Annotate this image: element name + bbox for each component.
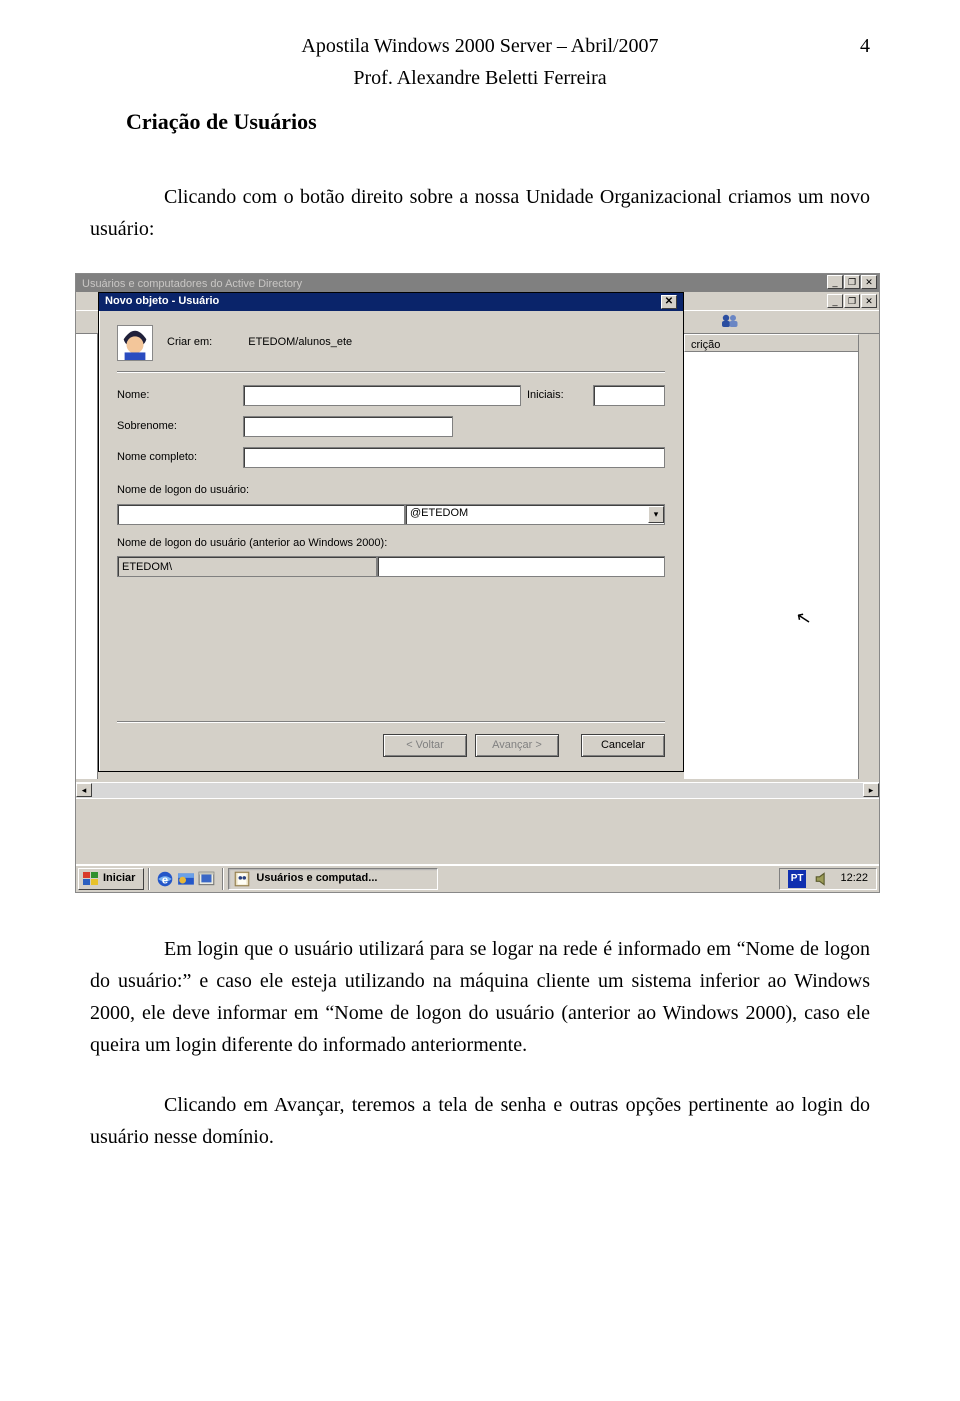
domain-prefix-display: ETEDOM\ xyxy=(117,556,377,577)
taskbar-separator xyxy=(148,868,150,890)
bg-tree-panel xyxy=(76,334,98,779)
back-button[interactable]: < Voltar xyxy=(383,734,467,757)
statusbar xyxy=(76,798,879,816)
sobrenome-input[interactable] xyxy=(243,416,453,437)
horizontal-scrollbar[interactable]: ◂ ▸ xyxy=(76,782,879,798)
scroll-right-button[interactable]: ▸ xyxy=(863,783,879,797)
dialog-close-button[interactable]: ✕ xyxy=(661,295,677,309)
child-minimize-button[interactable]: _ xyxy=(827,294,843,308)
paragraph-3: Clicando em Avançar, teremos a tela de s… xyxy=(90,1089,870,1153)
paragraph-2-text: Em login que o usuário utilizará para se… xyxy=(90,938,870,1056)
iniciais-input[interactable] xyxy=(593,385,665,406)
user-head-icon xyxy=(117,325,153,361)
show-desktop-icon[interactable] xyxy=(198,870,216,888)
nome-input[interactable] xyxy=(243,385,521,406)
logon-pre2000-label: Nome de logon do usuário (anterior ao Wi… xyxy=(117,535,665,553)
logon-input[interactable] xyxy=(117,504,405,525)
criar-em-label: Criar em: xyxy=(167,334,212,352)
taskbar-separator-2 xyxy=(222,868,224,890)
app-book-icon xyxy=(233,870,251,888)
chevron-down-icon[interactable] xyxy=(648,506,664,523)
dialog-titlebar: Novo objeto - Usuário ✕ xyxy=(99,293,683,311)
header-line-2: Prof. Alexandre Beletti Ferreira xyxy=(90,62,870,94)
embedded-screenshot: Usuários e computadores do Active Direct… xyxy=(75,273,880,893)
bg-list-header[interactable]: crição xyxy=(684,334,859,352)
child-maximize-button[interactable]: ❐ xyxy=(844,294,860,308)
bg-close-button[interactable]: ✕ xyxy=(861,275,877,289)
scroll-left-button[interactable]: ◂ xyxy=(76,783,92,797)
iniciais-label: Iniciais: xyxy=(527,387,587,405)
logon-label: Nome de logon do usuário: xyxy=(117,482,665,500)
sobrenome-label: Sobrenome: xyxy=(117,418,237,436)
bg-minimize-button[interactable]: _ xyxy=(827,275,843,289)
nome-completo-input[interactable] xyxy=(243,447,665,468)
cancel-button[interactable]: Cancelar xyxy=(581,734,665,757)
separator xyxy=(117,371,665,373)
tray-clock: 12:22 xyxy=(840,870,868,888)
nome-completo-label: Nome completo: xyxy=(117,449,237,467)
bg-list-header-label: crição xyxy=(691,339,720,351)
ie-icon[interactable]: e xyxy=(156,870,174,888)
start-button[interactable]: Iniciar xyxy=(78,868,144,890)
next-button[interactable]: Avançar > xyxy=(475,734,559,757)
bg-window-title: Usuários e computadores do Active Direct… xyxy=(82,278,302,290)
start-label: Iniciar xyxy=(103,870,135,888)
quick-launch: e xyxy=(154,870,218,888)
dialog-bottom-separator xyxy=(117,721,665,723)
new-user-dialog: Novo objeto - Usuário ✕ Criar em: ETEDOM… xyxy=(98,292,684,772)
system-tray: PT 12:22 xyxy=(779,868,877,890)
tray-speaker-icon[interactable] xyxy=(814,870,832,888)
header-line-1: Apostila Windows 2000 Server – Abril/200… xyxy=(90,30,870,62)
taskbar-app-label: Usuários e computad... xyxy=(256,870,377,888)
paragraph-1-text: Clicando com o botão direito sobre a nos… xyxy=(90,186,870,240)
svg-text:e: e xyxy=(162,875,168,887)
domain-suffix-value: @ETEDOM xyxy=(410,505,468,523)
page-number: 4 xyxy=(860,30,870,62)
windows-flag-icon xyxy=(83,872,99,886)
taskbar-app-button[interactable]: Usuários e computad... xyxy=(228,868,438,890)
paragraph-2: Em login que o usuário utilizará para se… xyxy=(90,933,870,1061)
toolbar-users-icon xyxy=(719,312,739,330)
paragraph-3-text: Clicando em Avançar, teremos a tela de s… xyxy=(90,1094,870,1148)
dialog-title: Novo objeto - Usuário xyxy=(105,293,219,311)
domain-suffix-dropdown[interactable]: @ETEDOM xyxy=(405,504,665,525)
language-indicator[interactable]: PT xyxy=(788,870,807,888)
nome-label: Nome: xyxy=(117,387,237,405)
logon-pre2000-input[interactable] xyxy=(377,556,665,577)
section-heading: Criação de Usuários xyxy=(126,104,870,139)
criar-em-path: ETEDOM/alunos_ete xyxy=(248,334,352,352)
bg-maximize-button[interactable]: ❐ xyxy=(844,275,860,289)
taskbar: Iniciar e Usuários e computad... PT 12:2… xyxy=(76,864,879,892)
bg-list-area xyxy=(684,352,859,779)
bg-window-titlebar: Usuários e computadores do Active Direct… xyxy=(76,274,879,292)
outlook-icon[interactable] xyxy=(177,870,195,888)
paragraph-1: Clicando com o botão direito sobre a nos… xyxy=(90,181,870,245)
child-close-button[interactable]: ✕ xyxy=(861,294,877,308)
